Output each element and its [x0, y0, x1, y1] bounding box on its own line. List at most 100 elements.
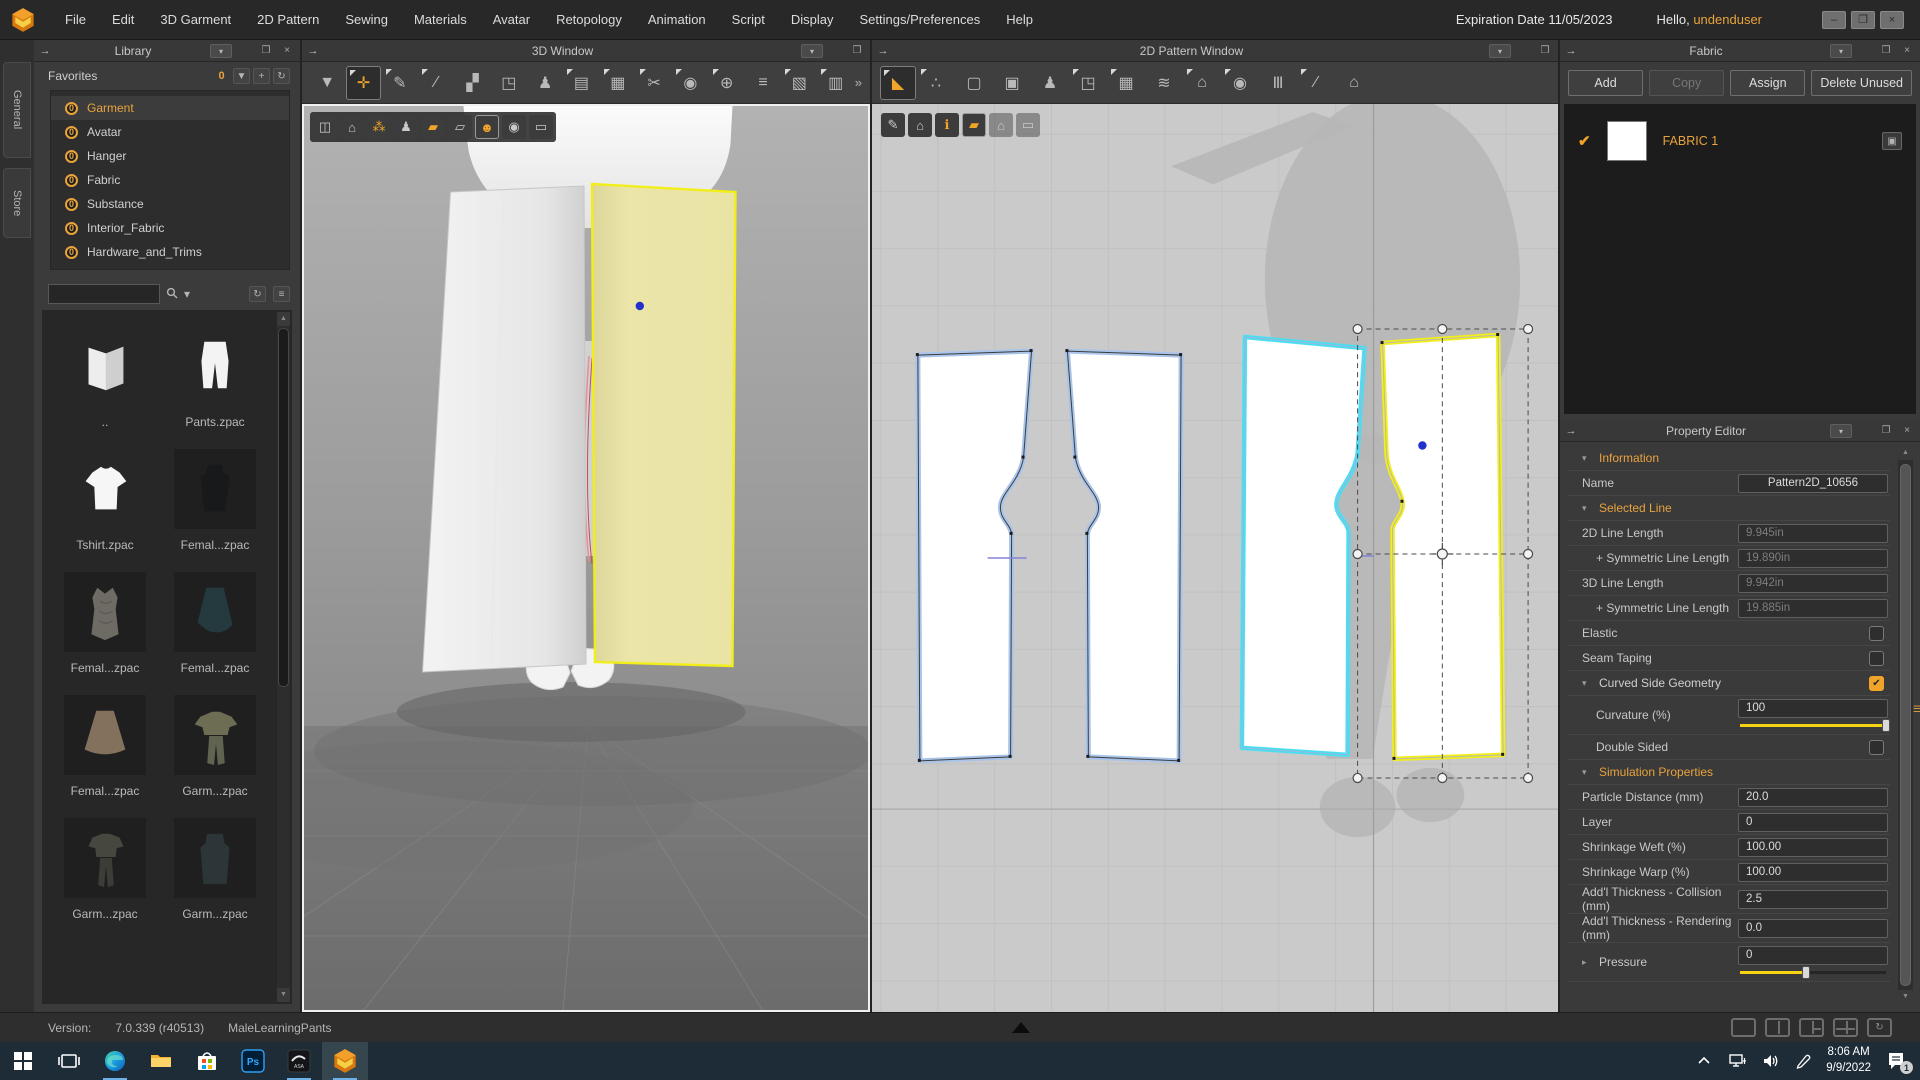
property-editor-close-icon[interactable]: × [1899, 424, 1915, 438]
show-pattern-info-icon[interactable]: ✎ [881, 113, 905, 137]
library-scrollbar[interactable]: ▲ ▼ [277, 312, 290, 1002]
sewing-machine-icon[interactable]: ▤ [564, 66, 598, 100]
sewing-machine-2d-icon[interactable]: ◳ [1070, 66, 1106, 100]
menu-file[interactable]: File [52, 0, 99, 39]
show-sewing-icon[interactable]: ⌂ [908, 113, 932, 137]
menu-display[interactable]: Display [778, 0, 847, 39]
property-scroll-down-icon[interactable]: ▼ [1898, 990, 1913, 1004]
lock-pattern-icon[interactable]: ⌂ [989, 113, 1013, 137]
create-pattern-icon[interactable]: ▢ [956, 66, 992, 100]
section-collapse-icon[interactable]: ▾ [1582, 678, 1591, 689]
free-sew-2d-icon[interactable]: ◉ [1222, 66, 1258, 100]
property-scroll-up-icon[interactable]: ▲ [1898, 446, 1913, 460]
search-icon[interactable] [166, 287, 178, 302]
layout-quad-icon[interactable] [1833, 1018, 1858, 1037]
library-close-icon[interactable]: × [279, 44, 295, 58]
fabric-arrow-icon[interactable]: → [1560, 45, 1582, 57]
checkbox-unchecked[interactable] [1869, 739, 1884, 755]
menu-edit[interactable]: Edit [99, 0, 147, 39]
grainline-dot-2d[interactable] [1418, 441, 1427, 450]
refresh-favorites-icon[interactable]: ↻ [273, 68, 290, 84]
import-icon[interactable]: ▼ [233, 68, 250, 84]
refresh-list-icon[interactable]: ↻ [249, 286, 266, 302]
taskbar-clock[interactable]: 8:06 AM 9/9/2022 [1826, 1045, 1871, 1076]
zipper-icon[interactable]: ≡ [746, 66, 780, 100]
show-pattern-outline-icon[interactable]: ▱ [448, 115, 472, 139]
clo-asa-app[interactable]: ASA [276, 1042, 322, 1080]
scroll-down-icon[interactable]: ▼ [277, 988, 290, 1002]
iron-icon[interactable]: ≋ [1146, 66, 1182, 100]
property-scrollbar[interactable]: ▲ ▼ [1898, 446, 1913, 1004]
library-item[interactable]: .. [50, 326, 160, 429]
menu-2d-pattern[interactable]: 2D Pattern [244, 0, 332, 39]
property-editor-detach-icon[interactable]: ❐ [1878, 424, 1894, 438]
fabric-check-icon[interactable]: ✔ [1578, 132, 1591, 150]
list-view-icon[interactable]: ≡ [273, 286, 290, 302]
pin-globe-icon[interactable]: ⊕ [710, 66, 744, 100]
library-item[interactable]: Femal...zpac [50, 572, 160, 675]
menu-3d-garment[interactable]: 3D Garment [147, 0, 244, 39]
property-value-input[interactable]: 2.5 [1738, 889, 1888, 909]
add-favorite-icon[interactable]: + [253, 68, 270, 84]
simulate-icon[interactable]: ▼ [310, 66, 344, 100]
free-sew-icon[interactable]: ◉ [673, 66, 707, 100]
property-value-input[interactable]: 100.00 [1738, 862, 1888, 882]
pane2d-detach-icon[interactable]: ❐ [1537, 44, 1553, 58]
flatten-icon[interactable]: ▧ [782, 66, 816, 100]
create-rectangle-icon[interactable]: ▣ [994, 66, 1030, 100]
select-move-icon[interactable]: ✛ [346, 65, 381, 100]
library-item[interactable]: Femal...zpac [50, 695, 160, 798]
scroll-up-icon[interactable]: ▲ [277, 312, 290, 326]
pattern-back-panels[interactable] [915, 348, 1184, 764]
menu-script[interactable]: Script [719, 0, 778, 39]
panel-resize-grip[interactable]: ☰ [1913, 704, 1920, 715]
transform-pattern-icon[interactable]: ◣ [880, 65, 916, 100]
menu-settings-preferences[interactable]: Settings/Preferences [847, 0, 994, 39]
grainline-dot-3d[interactable] [635, 301, 644, 311]
show-3d-style-icon[interactable]: ⌂ [340, 115, 364, 139]
layout-right-split-icon[interactable] [1799, 1018, 1824, 1037]
library-dropdown-icon[interactable]: ▾ [210, 43, 232, 58]
favorite-garment[interactable]: 0 Garment [51, 96, 289, 120]
delete-unused-button[interactable]: Delete Unused [1811, 70, 1913, 96]
fabric-name[interactable]: FABRIC 1 [1663, 134, 1866, 148]
avatar-silhouette-icon[interactable]: ♟ [1032, 66, 1068, 100]
library-item[interactable]: Femal...zpac [160, 449, 270, 552]
restore-button[interactable]: ❐ [1851, 10, 1875, 29]
favorite-fabric[interactable]: 0 Fabric [51, 168, 289, 192]
panel-collapse-icon[interactable]: → [34, 45, 56, 57]
section-collapse-icon[interactable]: ▾ [1582, 503, 1591, 514]
section-collapse-icon[interactable]: ▾ [1582, 453, 1591, 464]
favorite-hardware_and_trims[interactable]: 0 Hardware_and_Trims [51, 240, 289, 264]
fabric-save-icon[interactable]: ▣ [1882, 132, 1902, 150]
favorites-badge-icon[interactable]: 0 [213, 68, 230, 84]
assign-button[interactable]: Assign [1730, 70, 1806, 96]
library-search-input[interactable] [48, 284, 160, 304]
store-app[interactable] [184, 1042, 230, 1080]
start-button[interactable] [0, 1042, 46, 1080]
task-view-button[interactable] [46, 1042, 92, 1080]
menu-materials[interactable]: Materials [401, 0, 480, 39]
select-mesh-icon[interactable]: ✎ [383, 66, 417, 100]
library-item[interactable]: Garm...zpac [50, 818, 160, 921]
show-pattern-fill-2d-icon[interactable]: ▰ [962, 113, 986, 137]
property-value-input[interactable]: 20.0 [1738, 787, 1888, 807]
property-scrollbar-thumb[interactable] [1900, 464, 1911, 986]
internal-line-icon[interactable]: ∕ [1298, 66, 1334, 100]
pattern-piece-front-left-symmetric[interactable] [1239, 334, 1367, 758]
library-scrollbar-thumb[interactable] [278, 328, 289, 687]
tab-store[interactable]: Store [3, 168, 31, 238]
show-pattern-fill-icon[interactable]: ▰ [421, 115, 445, 139]
pane2d-arrow-icon[interactable]: → [872, 45, 894, 57]
show-annotation-icon[interactable]: ℹ [935, 113, 959, 137]
layout-reset-icon[interactable]: ↻ [1867, 1018, 1892, 1037]
show-particle-icon[interactable]: ⁂ [367, 115, 391, 139]
fabric-list-item[interactable]: ✔ FABRIC 1 ▣ [1564, 114, 1916, 168]
menu-help[interactable]: Help [993, 0, 1046, 39]
favorite-substance[interactable]: 0 Substance [51, 192, 289, 216]
slider-value-input[interactable]: 100 [1738, 699, 1888, 718]
checkbox-unchecked[interactable] [1869, 650, 1884, 666]
property-value-input[interactable]: Pattern2D_10656 [1738, 473, 1888, 493]
pleats-icon[interactable]: Ⅲ [1260, 66, 1296, 100]
section-collapse-icon[interactable]: ▾ [1582, 767, 1591, 778]
